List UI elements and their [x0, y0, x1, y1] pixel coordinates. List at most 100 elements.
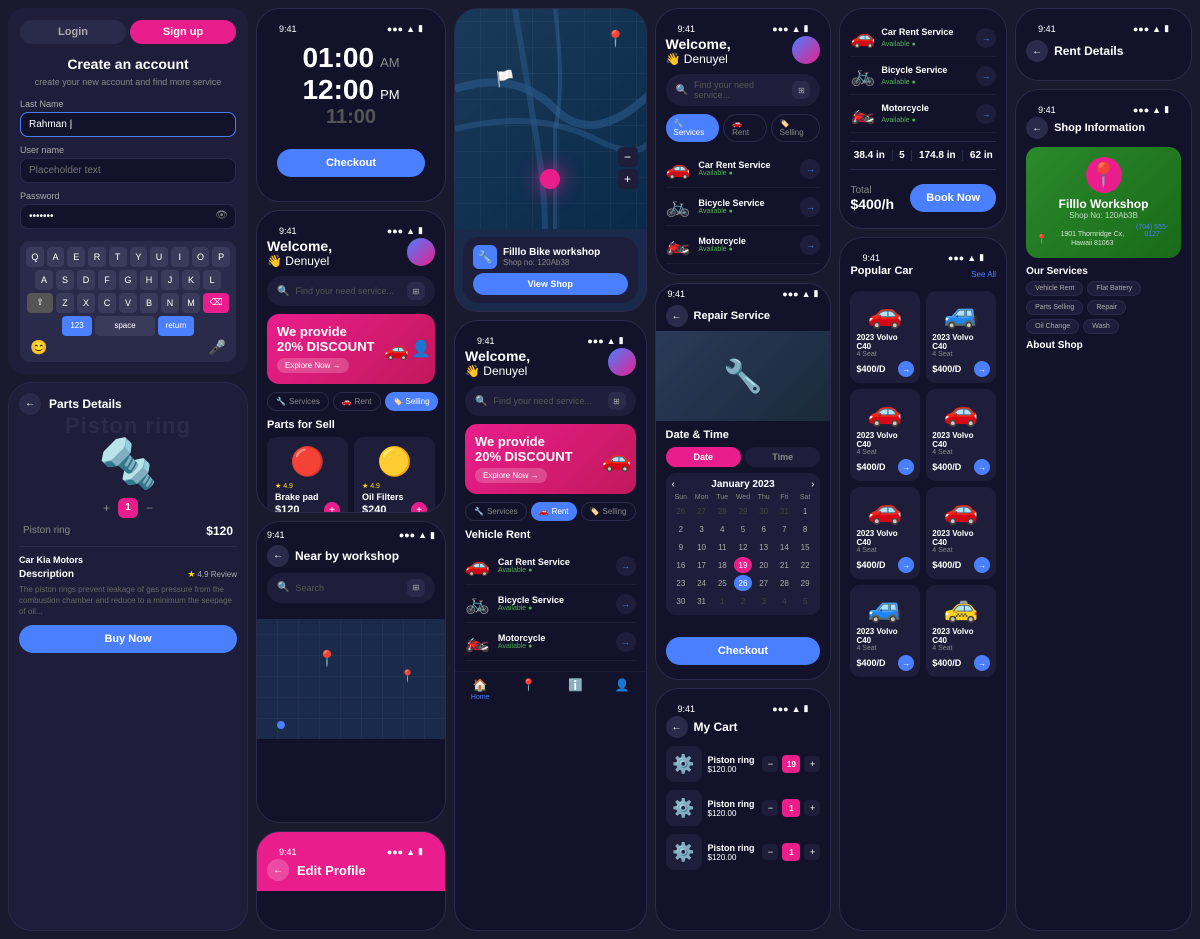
book-now-button[interactable]: Book Now	[910, 184, 996, 212]
cal-next-button[interactable]: ›	[811, 479, 814, 490]
nav-home[interactable]: 🏠 Home	[471, 678, 490, 701]
password-input[interactable]	[20, 204, 236, 229]
buy-now-button[interactable]: Buy Now	[19, 625, 237, 653]
key-i[interactable]: I	[171, 247, 189, 267]
key-p[interactable]: P	[212, 247, 230, 267]
key-l[interactable]: L	[203, 270, 221, 290]
key-k[interactable]: K	[182, 270, 200, 290]
nav-profile[interactable]: 👤	[615, 678, 630, 701]
shop-back-button[interactable]: ←	[1026, 117, 1048, 139]
date-tab[interactable]: Date	[666, 447, 741, 467]
key-a[interactable]: A	[47, 247, 65, 267]
cal-5-next[interactable]: 5	[796, 593, 815, 609]
key-m[interactable]: M	[182, 293, 200, 313]
tab-services[interactable]: 🔧 Services	[267, 392, 329, 411]
cart-plus-3[interactable]: +	[804, 844, 820, 860]
cal-6[interactable]: 6	[754, 521, 773, 537]
pill-wash[interactable]: Wash	[1083, 319, 1119, 334]
key-e[interactable]: E	[67, 247, 85, 267]
cart-back-button[interactable]: ←	[666, 716, 688, 738]
filter-button-v[interactable]: ⊞	[608, 392, 626, 410]
cal-28[interactable]: 28	[775, 575, 794, 591]
cal-16[interactable]: 16	[672, 557, 691, 573]
cal-26-prev[interactable]: 26	[672, 503, 691, 519]
car-card-2-arrow[interactable]: →	[974, 361, 990, 377]
username-input[interactable]	[20, 158, 236, 183]
cal-2-next[interactable]: 2	[734, 593, 753, 609]
filter-s[interactable]: ⊞	[792, 81, 810, 99]
emoji-icon[interactable]: 😊	[30, 339, 47, 356]
search-bar[interactable]: 🔍 Find your need service... ⊞	[267, 276, 435, 306]
cal-31[interactable]: 31	[692, 593, 711, 609]
cal-12[interactable]: 12	[734, 539, 753, 555]
add-oil-button[interactable]: +	[411, 502, 427, 513]
view-shop-button[interactable]: View Shop	[473, 273, 628, 295]
cal-9[interactable]: 9	[672, 539, 691, 555]
key-j[interactable]: J	[161, 270, 179, 290]
add-brake-button[interactable]: +	[324, 502, 340, 513]
pill-parts-selling[interactable]: Parts Selling	[1026, 300, 1083, 315]
cal-13[interactable]: 13	[754, 539, 773, 555]
key-b[interactable]: B	[140, 293, 158, 313]
cart-plus-2[interactable]: +	[804, 800, 820, 816]
key-return[interactable]: return	[158, 316, 194, 336]
cal-1-next[interactable]: 1	[713, 593, 732, 609]
car-card-6-arrow[interactable]: →	[974, 557, 990, 573]
key-c[interactable]: C	[98, 293, 116, 313]
cal-24[interactable]: 24	[692, 575, 711, 591]
cal-17[interactable]: 17	[692, 557, 711, 573]
svc-car-arrow[interactable]: →	[800, 159, 820, 179]
car-list-bicycle-arrow[interactable]: →	[976, 66, 996, 86]
edit-back-button[interactable]: ←	[267, 859, 289, 881]
cal-31-prev[interactable]: 31	[775, 503, 794, 519]
explore-button-v[interactable]: Explore Now →	[475, 468, 547, 483]
key-q[interactable]: Q	[26, 247, 44, 267]
car-card-4-arrow[interactable]: →	[974, 459, 990, 475]
car-arrow-button[interactable]: →	[616, 556, 636, 576]
pill-vehicle-rent[interactable]: Vehicle Rent	[1026, 281, 1083, 296]
nav-info[interactable]: ℹ️	[568, 678, 583, 701]
car-list-car-arrow[interactable]: →	[976, 28, 996, 48]
key-y[interactable]: Y	[130, 247, 148, 267]
key-s[interactable]: S	[56, 270, 74, 290]
cal-7[interactable]: 7	[775, 521, 794, 537]
pill-oil-change[interactable]: Oil Change	[1026, 319, 1079, 334]
cal-5[interactable]: 5	[734, 521, 753, 537]
key-r[interactable]: R	[88, 247, 106, 267]
motorcycle-arrow-button[interactable]: →	[616, 632, 636, 652]
key-x[interactable]: X	[77, 293, 95, 313]
tab-rent-s[interactable]: 🚗 Rent	[723, 114, 767, 142]
tab-selling[interactable]: 🏷️ Selling	[385, 392, 438, 411]
bicycle-arrow-button[interactable]: →	[616, 594, 636, 614]
tab-selling-s[interactable]: 🏷️ Selling	[771, 114, 821, 142]
cal-15[interactable]: 15	[796, 539, 815, 555]
cal-22[interactable]: 22	[796, 557, 815, 573]
key-t[interactable]: T	[109, 247, 127, 267]
signup-tab[interactable]: Sign up	[130, 20, 236, 44]
key-h[interactable]: H	[140, 270, 158, 290]
cal-27[interactable]: 27	[754, 575, 773, 591]
svc-moto-arrow[interactable]: →	[800, 235, 820, 255]
mic-icon[interactable]: 🎤	[209, 339, 226, 356]
checkout-button-time[interactable]: Checkout	[277, 149, 425, 177]
pill-repair[interactable]: Repair	[1087, 300, 1126, 315]
repair-checkout-button[interactable]: Checkout	[666, 637, 821, 665]
workshop-search[interactable]: 🔍 Search ⊞	[267, 573, 435, 603]
key-g[interactable]: G	[119, 270, 137, 290]
see-all-button[interactable]: See All	[971, 270, 996, 279]
key-123[interactable]: 123	[62, 316, 92, 336]
cal-21[interactable]: 21	[775, 557, 794, 573]
login-tab[interactable]: Login	[20, 20, 126, 44]
cart-plus-1[interactable]: +	[804, 756, 820, 772]
cal-26-selected[interactable]: 26	[734, 575, 753, 591]
filter-button[interactable]: ⊞	[407, 282, 425, 300]
tab-services-s[interactable]: 🔧 Services	[666, 114, 720, 142]
vehicle-search-bar[interactable]: 🔍 Find your need service... ⊞	[465, 386, 636, 416]
zoom-out-button[interactable]: +	[618, 169, 638, 189]
key-z[interactable]: Z	[56, 293, 74, 313]
rent-back-button[interactable]: ←	[1026, 40, 1048, 62]
cal-3[interactable]: 3	[692, 521, 711, 537]
repair-back-button[interactable]: ←	[666, 305, 688, 327]
cal-8[interactable]: 8	[796, 521, 815, 537]
key-shift[interactable]: ⇧	[27, 293, 53, 313]
